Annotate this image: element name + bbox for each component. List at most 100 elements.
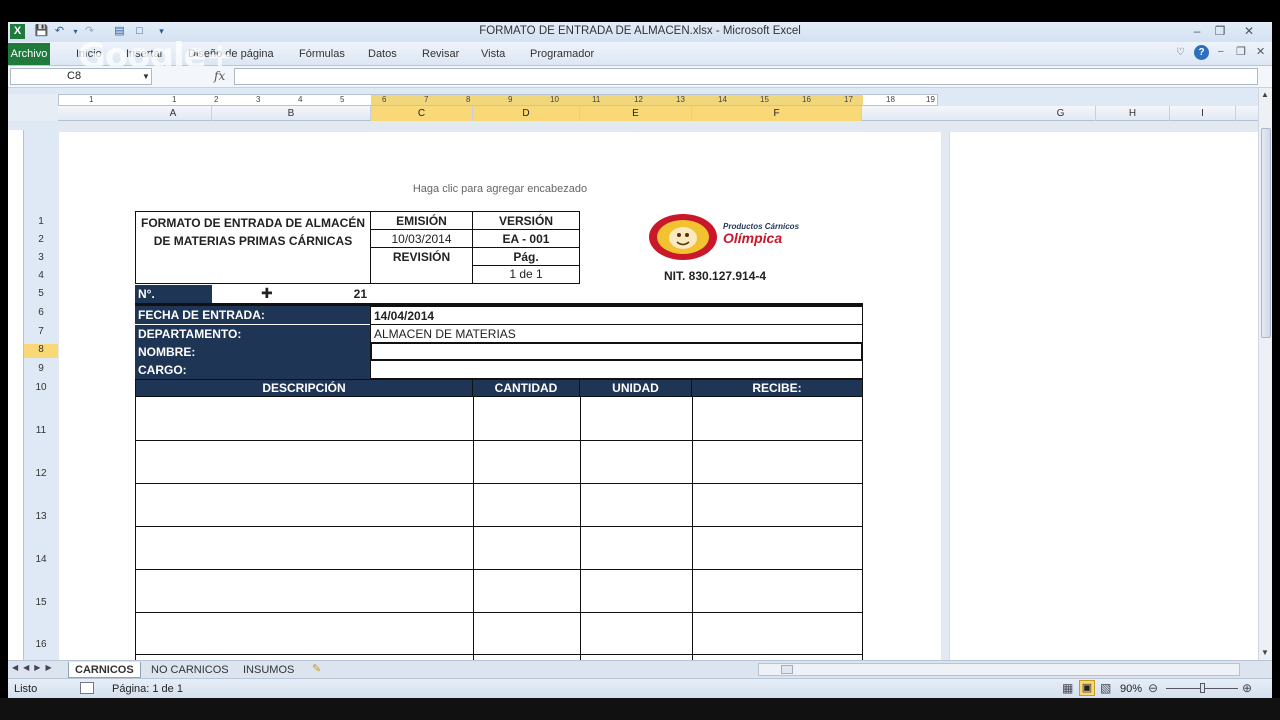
file-tab[interactable]: Archivo	[8, 43, 50, 65]
formula-input[interactable]	[234, 68, 1258, 85]
tab-formulas[interactable]: Fórmulas	[299, 48, 345, 60]
close-icon[interactable]: ✕	[1240, 23, 1258, 39]
status-mode: Listo	[14, 683, 38, 695]
row-header[interactable]: 4	[24, 270, 58, 281]
column-header-h[interactable]: H	[1096, 106, 1170, 121]
column-header-f[interactable]: F	[692, 106, 862, 121]
form-title: FORMATO DE ENTRADA DE ALMACÉN DE MATERIA…	[135, 211, 371, 284]
version-label: VERSIÓN	[472, 211, 580, 230]
column-header-g[interactable]: G	[1026, 106, 1096, 121]
version-value[interactable]: EA - 001	[472, 229, 580, 248]
scroll-down-icon[interactable]: ▼	[1261, 648, 1269, 657]
status-bar: Listo Página: 1 de 1 ▦ ▣ ▧ 90% ⊖ ⊕	[8, 678, 1272, 698]
row-header[interactable]: 10	[24, 382, 58, 393]
table-header-cantidad: CANTIDAD	[472, 379, 580, 397]
doc-restore-icon[interactable]: ❐	[1236, 45, 1246, 58]
status-page-info: Página: 1 de 1	[112, 683, 183, 695]
column-header-d[interactable]: D	[473, 106, 580, 121]
table-row[interactable]	[136, 483, 862, 484]
no-value[interactable]: 21	[212, 285, 370, 303]
zoom-level[interactable]: 90%	[1120, 683, 1142, 695]
table-row[interactable]	[136, 440, 862, 441]
fecha-value[interactable]: 14/04/2014	[370, 306, 863, 325]
page-break-view-icon[interactable]: ▧	[1100, 681, 1111, 695]
depto-value[interactable]: ALMACEN DE MATERIAS	[370, 324, 863, 343]
minimize-icon[interactable]: –	[1188, 23, 1206, 39]
nit-text: NIT. 830.127.914-4	[664, 269, 767, 283]
doc-minimize-icon[interactable]: –	[1218, 46, 1224, 57]
fecha-label: FECHA DE ENTRADA:	[135, 306, 371, 324]
row-header[interactable]: 15	[24, 597, 58, 608]
help-icon[interactable]: ?	[1194, 45, 1209, 60]
row-header[interactable]: 8	[24, 344, 58, 358]
sheet-tabs-bar: ◀◀▶▶ CARNICOS NO CARNICOS INSUMOS ✎	[8, 660, 1272, 678]
entries-table	[135, 397, 863, 667]
column-header-a[interactable]: A	[135, 106, 212, 121]
zoom-in-icon[interactable]: ⊕	[1242, 681, 1252, 695]
table-row[interactable]	[136, 569, 862, 570]
emision-value[interactable]: 10/03/2014	[370, 229, 473, 248]
sheet-nav-arrows-icon[interactable]: ◀◀▶▶	[12, 663, 57, 672]
ribbon-tabs: Archivo Inicio Insertar Diseño de página…	[8, 36, 1272, 76]
column-header-i[interactable]: I	[1170, 106, 1236, 121]
name-box[interactable]: C8	[10, 68, 152, 85]
header-placeholder[interactable]: Haga clic para agregar encabezado	[59, 183, 941, 195]
tab-revisar[interactable]: Revisar	[422, 48, 459, 60]
nombre-label: NOMBRE:	[135, 343, 371, 361]
scroll-thumb[interactable]	[1261, 128, 1271, 338]
row-header[interactable]: 3	[24, 252, 58, 263]
h-scroll-thumb[interactable]	[781, 665, 793, 674]
row-header[interactable]: 9	[24, 363, 58, 374]
tab-vista[interactable]: Vista	[481, 48, 505, 60]
formula-bar: C8 ▼ fx	[8, 66, 1272, 88]
zoom-slider-handle[interactable]	[1200, 683, 1205, 693]
row-header[interactable]: 11	[24, 425, 58, 436]
name-box-dropdown-icon[interactable]: ▼	[142, 72, 150, 81]
insert-function-icon[interactable]: fx	[214, 69, 225, 83]
row-header[interactable]: 2	[24, 234, 58, 245]
revision-label: REVISIÓN	[370, 247, 473, 284]
ribbon-collapse-icon[interactable]: ♡	[1176, 47, 1185, 58]
page-layout-view-icon[interactable]: ▣	[1079, 680, 1095, 696]
cargo-value[interactable]	[370, 360, 863, 379]
select-all-corner[interactable]	[8, 94, 58, 121]
table-header-descripcion: DESCRIPCIÓN	[135, 379, 473, 397]
next-page-area	[949, 132, 1258, 662]
horizontal-scrollbar[interactable]	[758, 663, 1240, 676]
taskbar	[0, 698, 1280, 720]
row-header[interactable]: 14	[24, 554, 58, 565]
tab-programador[interactable]: Programador	[530, 48, 594, 60]
column-header-e[interactable]: E	[580, 106, 692, 121]
row-header[interactable]: 12	[24, 468, 58, 479]
pag-value[interactable]: 1 de 1	[472, 265, 580, 284]
table-row[interactable]	[136, 654, 862, 655]
restore-icon[interactable]: ❐	[1211, 23, 1229, 39]
insert-sheet-icon[interactable]: ✎	[312, 662, 321, 675]
sheet-tab-carnicos[interactable]: CARNICOS	[68, 662, 141, 678]
cell-cursor-icon: ✚	[261, 285, 273, 301]
normal-view-icon[interactable]: ▦	[1062, 681, 1073, 695]
doc-close-icon[interactable]: ✕	[1256, 45, 1265, 58]
vertical-scrollbar[interactable]: ▲ ▼	[1258, 88, 1272, 662]
row-header[interactable]: 16	[24, 639, 58, 650]
row-header[interactable]: 6	[24, 307, 58, 318]
no-label: N°.	[135, 285, 212, 303]
scroll-up-icon[interactable]: ▲	[1261, 90, 1269, 99]
nombre-value[interactable]	[370, 342, 863, 361]
sheet-tab-no-carnicos[interactable]: NO CARNICOS	[145, 662, 235, 678]
row-header[interactable]: 7	[24, 326, 58, 337]
emision-label: EMISIÓN	[370, 211, 473, 230]
column-header-c[interactable]: C	[371, 106, 473, 121]
horizontal-ruler: 1 1 2 3 4 5 6 7 8 9 10 11 12 13 14 15 16…	[58, 94, 938, 106]
row-header[interactable]: 5	[24, 288, 58, 299]
zoom-out-icon[interactable]: ⊖	[1148, 681, 1158, 695]
column-header-b[interactable]: B	[212, 106, 371, 121]
pag-label: Pág.	[472, 247, 580, 266]
row-header[interactable]: 13	[24, 511, 58, 522]
macro-record-icon[interactable]	[80, 682, 94, 694]
sheet-tab-insumos[interactable]: INSUMOS	[237, 662, 300, 678]
row-header[interactable]: 1	[24, 216, 58, 227]
table-row[interactable]	[136, 526, 862, 527]
table-row[interactable]	[136, 612, 862, 613]
tab-datos[interactable]: Datos	[368, 48, 397, 60]
